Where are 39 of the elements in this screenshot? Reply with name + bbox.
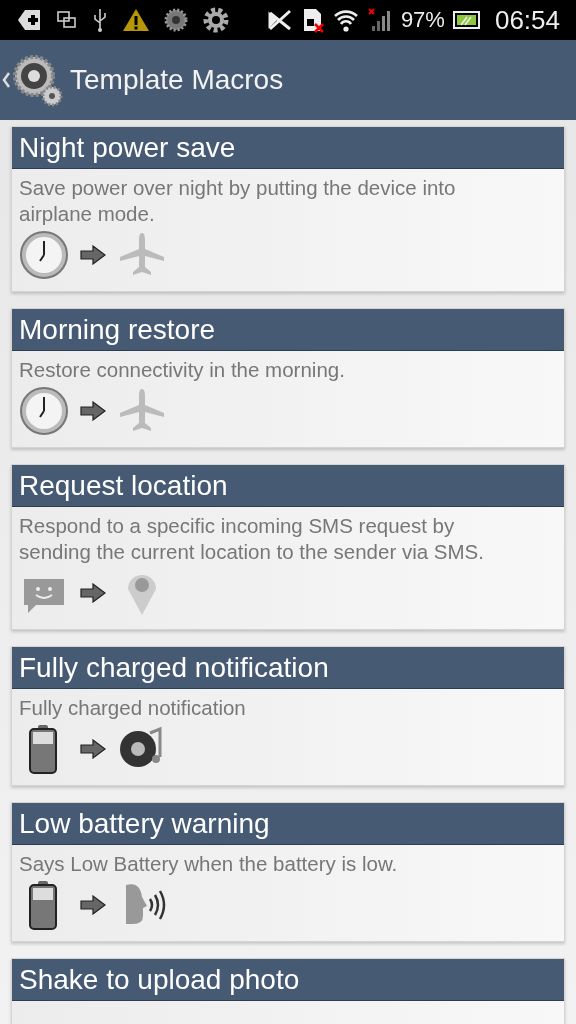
macro-title: Fully charged notification	[12, 647, 564, 689]
arrow-right-icon	[80, 245, 106, 265]
arrow-right-icon	[80, 895, 106, 915]
macro-card[interactable]: Low battery warning Says Low Battery when the battery is low.	[11, 802, 565, 942]
macro-title: Morning restore	[12, 309, 564, 351]
warning-icon	[122, 7, 150, 33]
macro-description: Says Low Battery when the battery is low.	[18, 851, 399, 877]
battery-charging-icon	[452, 9, 481, 31]
macro-title: Shake to upload photo	[12, 959, 564, 1001]
macro-card[interactable]: Fully charged notification Fully charged notification	[11, 646, 565, 786]
arrow-right-icon	[80, 739, 106, 759]
screen-title: Template Macros	[70, 64, 284, 96]
settings-icon	[202, 6, 230, 34]
battery-percent: 97%	[400, 7, 445, 33]
arrow-right-icon	[80, 583, 106, 603]
back-button[interactable]	[0, 52, 64, 108]
arrow-right-icon	[80, 401, 106, 421]
clock-time: 06:54	[494, 4, 560, 36]
gear-icon	[164, 7, 188, 33]
macro-title: Night power save	[12, 127, 564, 169]
chevron-left-icon	[2, 70, 10, 90]
wifi-icon	[332, 7, 359, 33]
plus-tag-icon	[16, 7, 42, 33]
macro-card[interactable]: Night power save Save power over night by putting the device into airplane mode.	[11, 126, 565, 292]
macro-description: Fully charged notification	[18, 695, 247, 721]
screens-icon	[56, 9, 78, 31]
macro-card[interactable]: Shake to upload photo	[11, 958, 565, 1024]
usb-icon	[92, 7, 108, 33]
macro-description: Respond to a specific incoming SMS request by sending the current location to the sender via SMS.	[18, 513, 485, 565]
macro-card[interactable]: Request location Respond to a specific incoming SMS request by sending the current location to the sender via SMS.	[11, 464, 565, 630]
macro-description: Restore connectivity in the morning.	[18, 357, 346, 383]
signal-icon	[366, 7, 393, 33]
macro-title: Request location	[12, 465, 564, 507]
macro-description: Save power over night by putting the device into airplane mode.	[18, 175, 457, 227]
gears-icon	[12, 52, 64, 108]
clock-icon	[18, 385, 70, 437]
clock-icon	[18, 229, 70, 281]
macro-title: Low battery warning	[12, 803, 564, 845]
macro-card[interactable]: Morning restore Restore connectivity in the morning.	[11, 308, 565, 448]
